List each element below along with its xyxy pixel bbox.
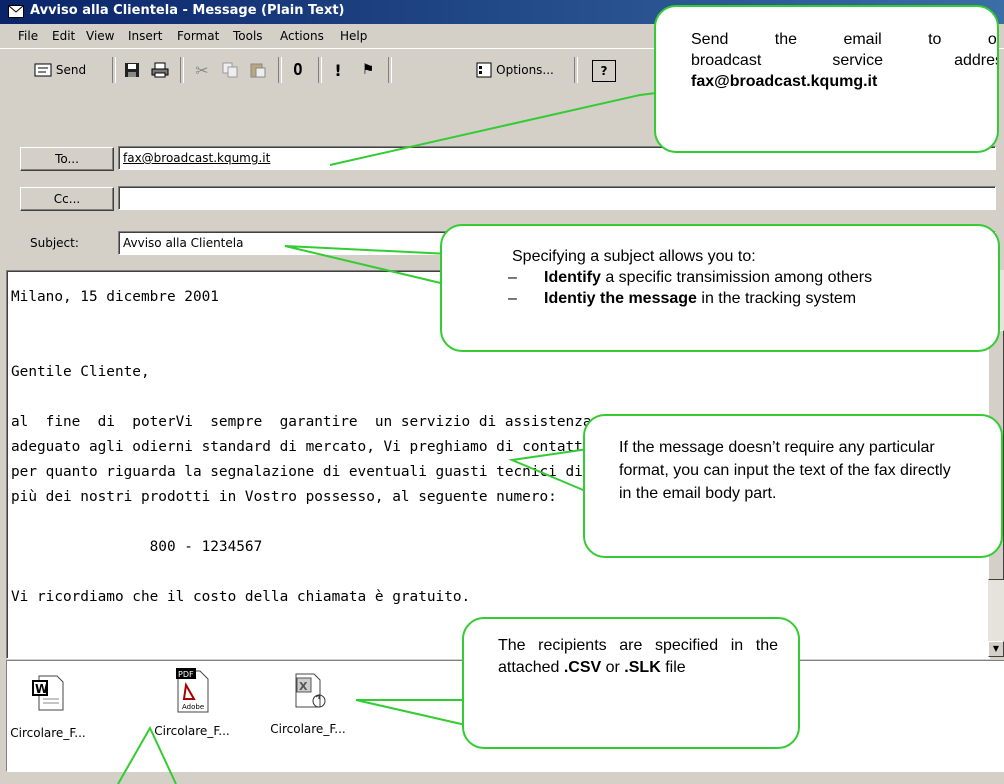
- to-recipient: fax@broadcast.kqumg.it: [123, 151, 271, 165]
- attachment-name: Circolare_F...: [270, 722, 346, 736]
- envelope-icon: [8, 5, 24, 18]
- callout-email-line2: broadcast service address: [691, 52, 999, 69]
- callout-body-text: If the message doesn’t require any parti…: [619, 439, 951, 502]
- callout-recipients: The recipients are specified in the atta…: [462, 617, 800, 749]
- bullet-dash: –: [508, 290, 517, 307]
- cc-field[interactable]: [118, 186, 996, 210]
- menu-format[interactable]: Format: [177, 29, 219, 43]
- window-title: Avviso alla Clientela - Message (Plain T…: [30, 3, 345, 18]
- menu-help[interactable]: Help: [340, 29, 367, 43]
- paste-button[interactable]: [246, 57, 270, 83]
- callout-text: file: [660, 659, 686, 676]
- menu-view[interactable]: View: [86, 29, 114, 43]
- importance-high-icon[interactable]: !: [326, 57, 350, 83]
- cut-icon[interactable]: ✂: [190, 57, 214, 83]
- send-label: Send: [55, 63, 87, 77]
- pdf-document-icon: PDF Adobe: [176, 668, 209, 713]
- cc-button[interactable]: Cc...: [20, 187, 114, 211]
- copy-icon: [222, 62, 238, 78]
- toolbar-separator: [112, 57, 116, 83]
- options-button[interactable]: Options...: [462, 57, 568, 83]
- help-button[interactable]: ?: [592, 60, 616, 82]
- save-button[interactable]: [120, 57, 144, 83]
- attachment-name: Circolare_F...: [154, 724, 230, 738]
- callout-subject: Specifying a subject allows you to: – Id…: [440, 224, 1000, 352]
- callout-subject-intro: Specifying a subject allows you to:: [512, 248, 756, 265]
- attachment-item[interactable]: PDF Adobe Circolare_F...: [147, 667, 237, 738]
- callout-bold-text: .SLK: [624, 659, 661, 676]
- toolbar-separator: [318, 57, 322, 83]
- menu-insert[interactable]: Insert: [128, 29, 162, 43]
- bullet-dash: –: [508, 269, 517, 286]
- options-label: Options...: [496, 63, 554, 77]
- attachment-item[interactable]: X Circolare_F...: [263, 673, 353, 736]
- callout-text: or: [601, 659, 625, 676]
- callout-subject-bullet1: – Identify a specific transimission amon…: [508, 267, 998, 288]
- bullet-bold-text: Identiy the message: [544, 290, 697, 307]
- print-button[interactable]: [148, 57, 172, 83]
- scroll-down-arrow-icon[interactable]: ▼: [988, 641, 1004, 657]
- printer-icon: [151, 62, 169, 78]
- svg-text:Adobe: Adobe: [182, 703, 204, 711]
- options-icon: [476, 62, 492, 78]
- subject-label: Subject:: [30, 236, 79, 250]
- paperclip-icon[interactable]: 𝟎: [286, 57, 310, 83]
- svg-text:X: X: [299, 680, 308, 693]
- menu-tools[interactable]: Tools: [233, 29, 263, 43]
- toolbar-separator: [180, 57, 184, 83]
- menu-edit[interactable]: Edit: [52, 29, 75, 43]
- svg-text:PDF: PDF: [178, 670, 194, 679]
- floppy-disk-icon: [125, 63, 139, 77]
- menu-actions[interactable]: Actions: [280, 29, 324, 43]
- attachment-name: Circolare_F...: [10, 726, 86, 740]
- to-button[interactable]: To...: [20, 147, 114, 171]
- svg-text:W: W: [35, 682, 48, 696]
- bullet-text: a specific transimission among others: [600, 269, 873, 286]
- bullet-text: in the tracking system: [696, 290, 857, 307]
- flag-icon[interactable]: ⚑: [356, 57, 380, 83]
- word-document-icon: W: [32, 675, 64, 711]
- send-icon: [34, 63, 52, 77]
- excel-document-icon: X: [295, 673, 326, 708]
- callout-email-line1: Send the email to our: [691, 31, 999, 48]
- callout-bold-text: .CSV: [563, 659, 602, 676]
- callout-email-line3: fax@broadcast.kqumg.it: [691, 73, 878, 90]
- bullet-bold-text: Identify: [544, 269, 601, 286]
- menu-file[interactable]: File: [18, 29, 38, 43]
- toolbar-separator: [574, 57, 578, 83]
- callout-body: If the message doesn’t require any parti…: [583, 414, 1003, 558]
- send-button[interactable]: Send: [20, 57, 100, 83]
- copy-button[interactable]: [218, 57, 242, 83]
- toolbar-separator: [388, 57, 392, 83]
- callout-subject-bullet2: – Identiy the message in the tracking sy…: [508, 288, 998, 309]
- attachment-item[interactable]: W Circolare_F...: [3, 675, 93, 740]
- paste-icon: [250, 63, 266, 78]
- callout-recipients-text: The recipients are specified in the atta…: [498, 635, 778, 679]
- callout-email-address: Send the email to our broadcast service …: [654, 5, 999, 153]
- toolbar-separator: [278, 57, 282, 83]
